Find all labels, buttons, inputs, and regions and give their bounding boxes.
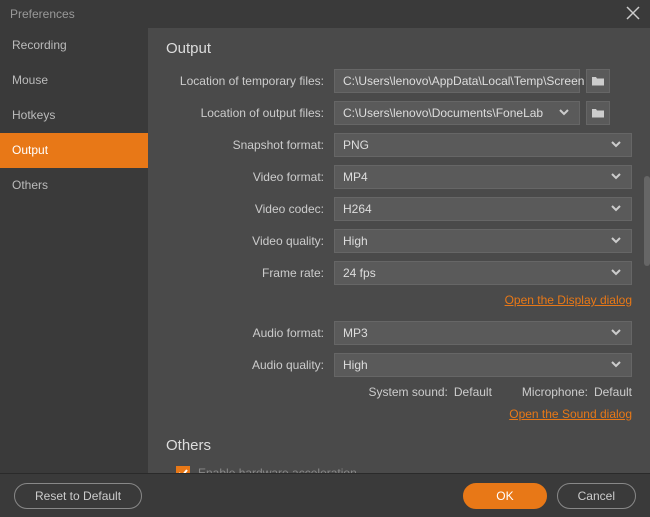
microphone-label: Microphone: — [522, 385, 588, 399]
footer: Reset to Default OK Cancel — [0, 473, 650, 517]
sidebar-item-others[interactable]: Others — [0, 168, 148, 203]
chevron-down-icon — [609, 265, 623, 282]
snapshot-format-select[interactable]: PNG — [334, 133, 632, 157]
frame-rate-label: Frame rate: — [166, 266, 334, 280]
sidebar: Recording Mouse Hotkeys Output Others — [0, 28, 148, 473]
frame-rate-value: 24 fps — [343, 266, 376, 280]
audio-quality-select[interactable]: High — [334, 353, 632, 377]
titlebar: Preferences — [0, 0, 650, 28]
output-files-label: Location of output files: — [166, 106, 334, 120]
temp-files-label: Location of temporary files: — [166, 74, 334, 88]
sidebar-item-mouse[interactable]: Mouse — [0, 63, 148, 98]
sidebar-item-output[interactable]: Output — [0, 133, 148, 168]
chevron-down-icon — [609, 325, 623, 342]
chevron-down-icon — [609, 201, 623, 218]
hw-accel-label: Enable hardware acceleration — [198, 466, 357, 473]
content-panel: Output Location of temporary files: C:\U… — [148, 28, 650, 473]
chevron-down-icon — [557, 105, 571, 122]
audio-status-row: System sound: Default Microphone: Default — [166, 385, 632, 399]
sidebar-item-recording[interactable]: Recording — [0, 28, 148, 63]
window-title: Preferences — [10, 7, 75, 21]
others-section-title: Others — [166, 437, 632, 454]
folder-icon — [591, 75, 605, 87]
output-files-browse-button[interactable] — [586, 101, 610, 125]
audio-quality-label: Audio quality: — [166, 358, 334, 372]
system-sound-value: Default — [454, 385, 492, 399]
reset-button[interactable]: Reset to Default — [14, 483, 142, 509]
video-format-label: Video format: — [166, 170, 334, 184]
chevron-down-icon — [609, 357, 623, 374]
video-quality-label: Video quality: — [166, 234, 334, 248]
cancel-button[interactable]: Cancel — [557, 483, 636, 509]
display-dialog-link[interactable]: Open the Display dialog — [505, 293, 632, 307]
system-sound-label: System sound: — [369, 385, 448, 399]
chevron-down-icon — [609, 137, 623, 154]
frame-rate-select[interactable]: 24 fps — [334, 261, 632, 285]
microphone-value: Default — [594, 385, 632, 399]
video-quality-select[interactable]: High — [334, 229, 632, 253]
video-format-select[interactable]: MP4 — [334, 165, 632, 189]
temp-files-value: C:\Users\lenovo\AppData\Local\Temp\Scree… — [343, 74, 584, 88]
sound-dialog-link[interactable]: Open the Sound dialog — [509, 407, 632, 421]
chevron-down-icon — [609, 233, 623, 250]
output-section-title: Output — [166, 40, 632, 57]
snapshot-format-label: Snapshot format: — [166, 138, 334, 152]
sidebar-item-hotkeys[interactable]: Hotkeys — [0, 98, 148, 133]
temp-files-browse-button[interactable] — [586, 69, 610, 93]
video-format-value: MP4 — [343, 170, 368, 184]
video-codec-value: H264 — [343, 202, 372, 216]
ok-button[interactable]: OK — [463, 483, 546, 509]
audio-format-value: MP3 — [343, 326, 368, 340]
check-icon — [178, 468, 188, 473]
folder-icon — [591, 107, 605, 119]
video-codec-label: Video codec: — [166, 202, 334, 216]
audio-format-select[interactable]: MP3 — [334, 321, 632, 345]
video-codec-select[interactable]: H264 — [334, 197, 632, 221]
close-icon[interactable] — [626, 6, 640, 23]
video-quality-value: High — [343, 234, 368, 248]
output-files-select[interactable]: C:\Users\lenovo\Documents\FoneLab — [334, 101, 580, 125]
audio-format-label: Audio format: — [166, 326, 334, 340]
output-files-value: C:\Users\lenovo\Documents\FoneLab — [343, 106, 543, 120]
audio-quality-value: High — [343, 358, 368, 372]
chevron-down-icon — [609, 169, 623, 186]
hw-accel-checkbox[interactable] — [176, 466, 190, 473]
temp-files-select[interactable]: C:\Users\lenovo\AppData\Local\Temp\Scree… — [334, 69, 580, 93]
snapshot-format-value: PNG — [343, 138, 369, 152]
scrollbar-thumb[interactable] — [644, 176, 650, 266]
